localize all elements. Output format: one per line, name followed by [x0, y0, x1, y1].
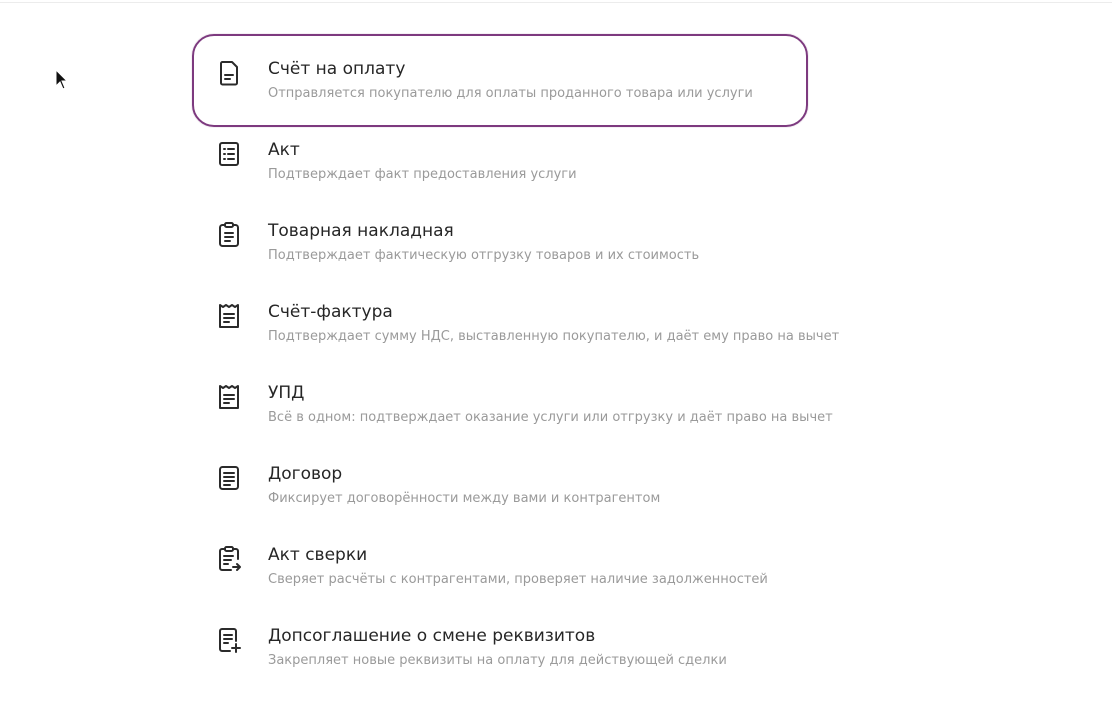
tax-invoice-icon [216, 302, 242, 330]
document-option-invoice[interactable]: Счёт на оплату Отправляется покупателю д… [192, 34, 808, 127]
reconciliation-icon [216, 545, 242, 573]
upd-icon [216, 383, 242, 411]
document-title: Счёт на оплату [268, 59, 406, 79]
document-option-contract[interactable]: Договор Фиксирует договорённости между в… [192, 439, 808, 532]
document-title: Акт [268, 140, 300, 160]
document-description: Всё в одном: подтверждает оказание услуг… [268, 410, 833, 425]
document-description: Подтверждает сумму НДС, выставленную пок… [268, 329, 840, 344]
top-divider [0, 2, 1112, 3]
document-option-act[interactable]: Акт Подтверждает факт предоставления усл… [192, 115, 808, 208]
document-description: Подтверждает факт предоставления услуги [268, 167, 577, 182]
document-description: Сверяет расчёты с контрагентами, проверя… [268, 572, 768, 587]
mouse-pointer-icon [55, 69, 69, 90]
document-title: Акт сверки [268, 545, 368, 565]
document-type-list: Счёт на оплату Отправляется покупателю д… [192, 34, 892, 694]
document-option-amendment[interactable]: Допсоглашение о смене реквизитов Закрепл… [192, 601, 808, 694]
document-option-waybill[interactable]: Товарная накладная Подтверждает фактичес… [192, 196, 808, 289]
act-icon [216, 140, 242, 168]
document-title: Счёт-фактура [268, 302, 393, 322]
contract-icon [216, 464, 242, 492]
document-description: Отправляется покупателю для оплаты прода… [268, 86, 753, 101]
amendment-icon [216, 626, 242, 654]
invoice-icon [216, 59, 242, 87]
document-title: УПД [268, 383, 305, 403]
document-description: Подтверждает фактическую отгрузку товаро… [268, 248, 700, 263]
document-description: Закрепляет новые реквизиты на оплату для… [268, 653, 727, 668]
document-option-upd[interactable]: УПД Всё в одном: подтверждает оказание у… [192, 358, 833, 451]
waybill-icon [216, 221, 242, 249]
document-title: Допсоглашение о смене реквизитов [268, 626, 596, 646]
document-title: Договор [268, 464, 343, 484]
document-description: Фиксирует договорённости между вами и ко… [268, 491, 661, 506]
document-title: Товарная накладная [268, 221, 454, 241]
document-option-tax-invoice[interactable]: Счёт-фактура Подтверждает сумму НДС, выс… [192, 277, 840, 370]
document-option-reconciliation[interactable]: Акт сверки Сверяет расчёты с контрагента… [192, 520, 808, 613]
